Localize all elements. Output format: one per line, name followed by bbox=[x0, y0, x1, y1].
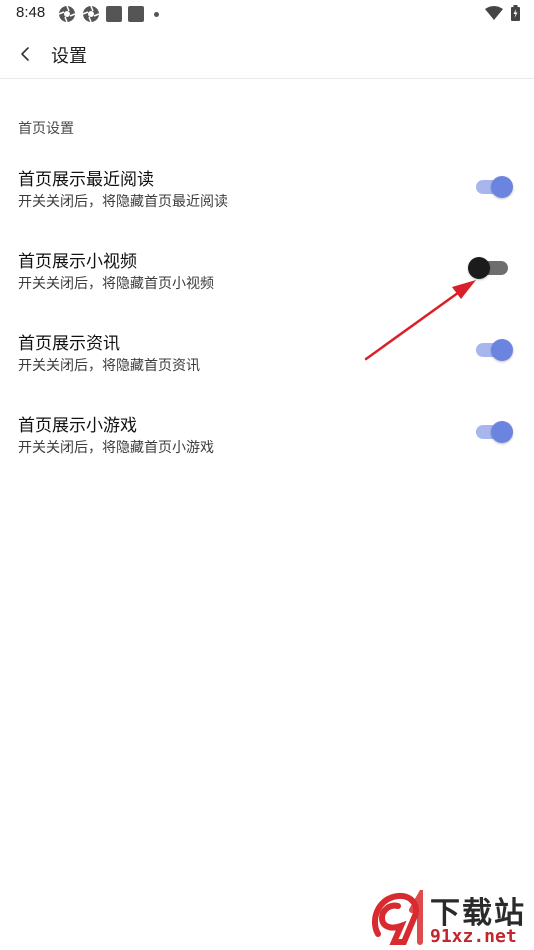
page-title: 设置 bbox=[51, 46, 87, 67]
setting-row-mini-games[interactable]: 首页展示小游戏 开关关闭后，将隐藏首页小游戏 bbox=[0, 411, 534, 481]
setting-row-news[interactable]: 首页展示资讯 开关关闭后，将隐藏首页资讯 bbox=[0, 329, 534, 399]
toggle-thumb bbox=[491, 339, 513, 361]
battery-icon bbox=[511, 5, 520, 21]
back-button[interactable] bbox=[12, 40, 40, 68]
setting-description: 开关关闭后，将隐藏首页小视频 bbox=[18, 276, 214, 292]
system-icons bbox=[485, 5, 520, 21]
setting-description: 开关关闭后，将隐藏首页最近阅读 bbox=[18, 194, 228, 210]
setting-title: 首页展示小视频 bbox=[18, 252, 137, 272]
chevron-left-icon bbox=[21, 47, 29, 61]
status-time: 8:48 bbox=[16, 4, 46, 21]
more-notifications-icon bbox=[154, 11, 159, 17]
setting-row-short-video[interactable]: 首页展示小视频 开关关闭后，将隐藏首页小视频 bbox=[0, 247, 534, 317]
status-bar: 8:48 bbox=[0, 0, 534, 28]
section-title: 首页设置 bbox=[18, 121, 74, 137]
watermark: 下载站 91xz.net bbox=[368, 888, 534, 950]
toggle-news[interactable] bbox=[470, 338, 514, 362]
toggle-thumb bbox=[468, 257, 490, 279]
setting-title: 首页展示最近阅读 bbox=[18, 170, 154, 190]
setting-title: 首页展示小游戏 bbox=[18, 416, 137, 436]
setting-description: 开关关闭后，将隐藏首页小游戏 bbox=[18, 440, 214, 456]
toggle-recent-reading[interactable] bbox=[470, 175, 514, 199]
setting-title: 首页展示资讯 bbox=[18, 334, 120, 354]
app-bar: 设置 bbox=[0, 32, 534, 79]
toggle-short-video[interactable] bbox=[468, 256, 514, 280]
watermark-logo-icon bbox=[371, 890, 423, 945]
toggle-mini-games[interactable] bbox=[470, 420, 514, 444]
setting-description: 开关关闭后，将隐藏首页资讯 bbox=[18, 358, 200, 374]
notification-square-icon bbox=[106, 6, 122, 22]
wifi-icon bbox=[485, 6, 503, 20]
aperture-icon bbox=[58, 5, 76, 23]
notification-square-icon bbox=[128, 6, 144, 22]
watermark-url: 91xz.net bbox=[430, 926, 517, 947]
aperture-icon bbox=[82, 5, 100, 23]
toggle-thumb bbox=[491, 176, 513, 198]
setting-row-recent-reading[interactable]: 首页展示最近阅读 开关关闭后，将隐藏首页最近阅读 bbox=[0, 165, 534, 235]
toggle-thumb bbox=[491, 421, 513, 443]
notification-icons bbox=[58, 5, 159, 23]
